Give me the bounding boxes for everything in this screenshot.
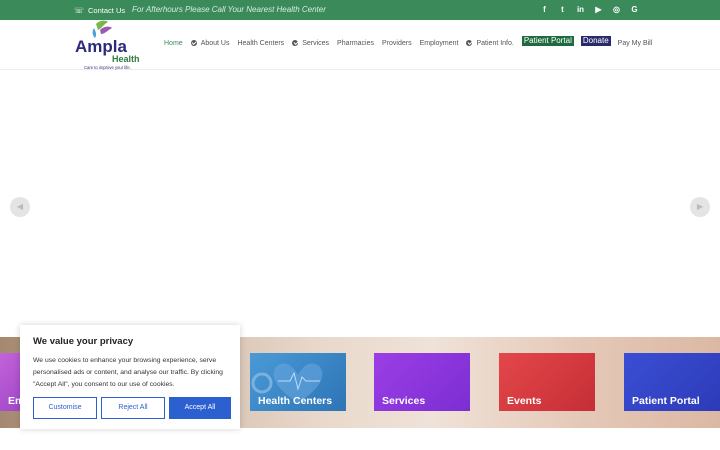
tile-events[interactable]: Events xyxy=(499,353,595,411)
accept-all-button[interactable]: Accept All xyxy=(169,397,231,419)
cookie-title: We value your privacy xyxy=(33,336,134,347)
nav-pharmacies[interactable]: Pharmacies xyxy=(337,40,374,47)
customise-button[interactable]: Customise xyxy=(33,397,97,419)
cookie-buttons: Customise Reject All Accept All xyxy=(33,397,231,419)
tile-health-centers[interactable]: Health Centers xyxy=(250,353,346,411)
nav-about-us[interactable]: About Us xyxy=(190,40,229,47)
slider-prev-arrow-icon[interactable]: ◀ xyxy=(10,197,30,217)
nav-donate[interactable]: Donate xyxy=(580,36,611,46)
ampla-health-logo[interactable]: Ampla Health Care to improve your life. xyxy=(74,20,150,70)
instagram-icon[interactable]: ◎ xyxy=(612,4,621,15)
reject-all-button[interactable]: Reject All xyxy=(101,397,165,419)
social-links: f t in ▶ ◎ G xyxy=(540,4,639,15)
top-bar: ☏ Contact Us For Afterhours Please Call … xyxy=(0,0,720,20)
nav-employment[interactable]: Employment xyxy=(420,40,459,47)
phone-icon: ☏ xyxy=(74,5,85,15)
nav-pay-my-bill[interactable]: Pay My Bill xyxy=(618,40,653,47)
dropdown-check-icon xyxy=(466,40,473,46)
nav-services[interactable]: Services xyxy=(292,40,329,47)
dropdown-check-icon xyxy=(292,40,299,46)
youtube-icon[interactable]: ▶ xyxy=(594,4,603,15)
contact-us-label: Contact Us xyxy=(88,6,126,15)
svg-text:Care to improve your life.: Care to improve your life. xyxy=(84,65,131,70)
nav-patient-portal[interactable]: Patient Portal xyxy=(521,36,574,46)
facebook-icon[interactable]: f xyxy=(540,4,549,15)
svg-text:Health: Health xyxy=(112,54,140,64)
cookie-text: We use cookies to enhance your browsing … xyxy=(33,357,223,388)
nav-health-centers[interactable]: Health Centers xyxy=(237,40,284,47)
linkedin-icon[interactable]: in xyxy=(576,4,585,15)
google-icon[interactable]: G xyxy=(630,4,639,15)
slider-next-arrow-icon[interactable]: ▶ xyxy=(690,197,710,217)
afterhours-notice: For Afterhours Please Call Your Nearest … xyxy=(132,5,326,14)
tile-patient-portal[interactable]: Patient Portal xyxy=(624,353,720,411)
nav-patient-info[interactable]: Patient Info. xyxy=(466,40,514,47)
main-navigation: Home About Us Health Centers Services Ph… xyxy=(164,36,660,48)
nav-home[interactable]: Home xyxy=(164,40,183,47)
twitter-icon[interactable]: t xyxy=(558,4,567,15)
contact-us-link[interactable]: ☏ Contact Us xyxy=(74,6,125,15)
tile-services[interactable]: Services xyxy=(374,353,470,411)
nav-providers[interactable]: Providers xyxy=(382,40,412,47)
cookie-consent-panel: We value your privacy We use cookies to … xyxy=(20,325,240,429)
site-header: Ampla Health Care to improve your life. … xyxy=(0,20,720,70)
dropdown-check-icon xyxy=(190,40,197,46)
